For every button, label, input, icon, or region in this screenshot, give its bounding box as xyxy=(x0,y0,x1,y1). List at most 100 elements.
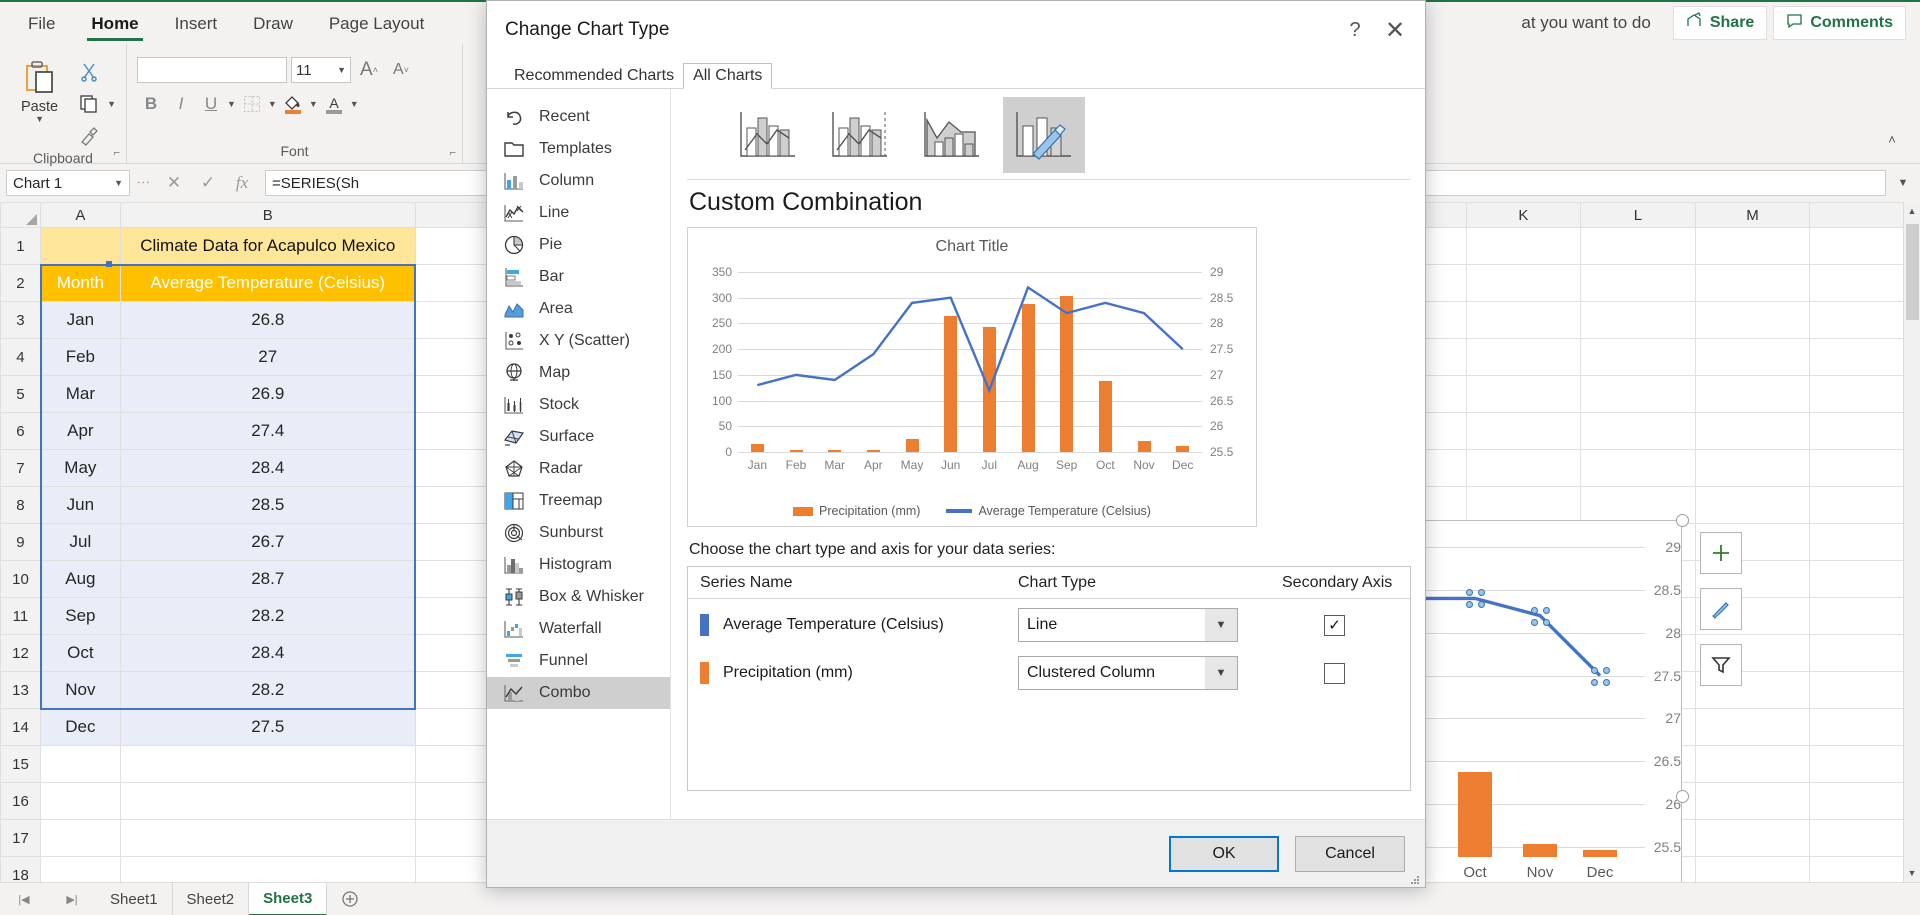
ribbon-tab-insert[interactable]: Insert xyxy=(157,8,236,44)
sidebar-item-histogram[interactable]: Histogram xyxy=(487,549,670,581)
paste-dropdown-caret[interactable]: ▼ xyxy=(35,115,44,124)
row-header-6[interactable]: 6 xyxy=(0,412,41,450)
scroll-down-arrow[interactable]: ▼ xyxy=(1904,864,1920,882)
variant-custom-combination[interactable] xyxy=(1003,97,1085,173)
chevron-down-icon[interactable]: ▼ xyxy=(1205,609,1237,641)
cell-a17[interactable] xyxy=(39,819,121,857)
series-selection-handle[interactable] xyxy=(1603,678,1610,686)
cell-a12[interactable]: Oct xyxy=(39,634,121,672)
name-box-caret[interactable]: ▼ xyxy=(114,178,123,188)
borders-dropdown-caret[interactable]: ▼ xyxy=(268,99,277,109)
copy-dropdown-caret[interactable]: ▼ xyxy=(107,99,116,109)
sheet-tab-sheet3[interactable]: Sheet3 xyxy=(249,882,328,915)
sheet-tab-sheet2[interactable]: Sheet2 xyxy=(173,882,250,915)
decrease-font-size-button[interactable]: A ˅ xyxy=(387,56,415,84)
cell-b4[interactable]: 27 xyxy=(119,338,416,376)
sidebar-item-map[interactable]: Map xyxy=(487,357,670,389)
cell-b7[interactable]: 28.4 xyxy=(119,449,416,487)
row-header-13[interactable]: 13 xyxy=(0,671,41,709)
ribbon-tab-home[interactable]: Home xyxy=(73,8,156,44)
cell-a6[interactable]: Apr xyxy=(39,412,121,450)
cell-b10[interactable]: 28.7 xyxy=(119,560,416,598)
sidebar-item-radar[interactable]: Radar xyxy=(487,453,670,485)
sheet-nav-last-icon[interactable]: ▶| xyxy=(66,893,77,906)
cell-b6[interactable]: 27.4 xyxy=(119,412,416,450)
cell-l2[interactable] xyxy=(1580,264,1696,302)
font-size-input[interactable]: 11 ▼ xyxy=(291,57,351,83)
cell-b8[interactable]: 28.5 xyxy=(119,486,416,524)
question-mark-icon[interactable]: ? xyxy=(1335,10,1375,50)
column-header-m[interactable]: M xyxy=(1694,202,1811,228)
row-header-3[interactable]: 3 xyxy=(0,301,41,339)
sidebar-item-surface[interactable]: Surface xyxy=(487,421,670,453)
secondary-axis-checkbox-precipitation[interactable] xyxy=(1324,662,1345,684)
secondary-axis-checkbox-temperature[interactable]: ✓ xyxy=(1324,614,1345,636)
column-header-b[interactable]: B xyxy=(119,202,416,228)
embedded-chart[interactable]: 2928.52827.52726.52625.5OctNovDecure (Ce… xyxy=(1402,520,1682,882)
cell-a2[interactable]: Month xyxy=(39,264,121,302)
ribbon-tab-page-layout[interactable]: Page Layout xyxy=(311,8,442,44)
cell-m6[interactable] xyxy=(1694,412,1811,450)
borders-button[interactable] xyxy=(238,90,266,118)
copy-button[interactable] xyxy=(75,90,103,118)
cell-k3[interactable] xyxy=(1465,301,1582,339)
sidebar-item-recent[interactable]: Recent xyxy=(487,101,670,133)
sidebar-item-column[interactable]: Column xyxy=(487,165,670,197)
enter-formula-icon[interactable]: ✓ xyxy=(191,170,225,196)
cell-b17[interactable] xyxy=(119,819,416,857)
row-header-8[interactable]: 8 xyxy=(0,486,41,524)
cell-l5[interactable] xyxy=(1580,375,1696,413)
chart-preview[interactable]: Chart Title 0 50 100 150 200 250 300 350 25.5 26 2… xyxy=(687,227,1257,527)
cell-m14[interactable] xyxy=(1694,708,1811,746)
cell-a14[interactable]: Dec xyxy=(39,708,121,746)
row-header-17[interactable]: 17 xyxy=(0,819,41,857)
ok-button[interactable]: OK xyxy=(1169,835,1279,872)
chevron-down-icon[interactable]: ▼ xyxy=(1205,657,1237,689)
row-header-5[interactable]: 5 xyxy=(0,375,41,413)
sidebar-item-box-whisker[interactable]: Box & Whisker xyxy=(487,581,670,613)
sidebar-item-templates[interactable]: Templates xyxy=(487,133,670,165)
cell-b2[interactable]: Average Temperature (Celsius) xyxy=(119,264,416,302)
cell-a18[interactable] xyxy=(39,856,121,882)
cell-b3[interactable]: 26.8 xyxy=(119,301,416,339)
sidebar-item-treemap[interactable]: Treemap xyxy=(487,485,670,517)
column-header-l[interactable]: L xyxy=(1580,202,1696,228)
selection-handle[interactable] xyxy=(106,261,112,267)
sidebar-item-funnel[interactable]: Funnel xyxy=(487,645,670,677)
cell-k6[interactable] xyxy=(1465,412,1582,450)
cell-m15[interactable] xyxy=(1694,745,1811,783)
cell-a8[interactable]: Jun xyxy=(39,486,121,524)
paste-button[interactable]: Paste ▼ xyxy=(10,52,69,150)
cell-b13[interactable]: 28.2 xyxy=(119,671,416,709)
expand-formula-bar-button[interactable]: ▼ xyxy=(1892,177,1914,189)
tab-recommended-charts[interactable]: Recommended Charts xyxy=(505,64,683,88)
series-selection-handle[interactable] xyxy=(1543,606,1550,614)
chart-resize-handle-tr[interactable] xyxy=(1676,514,1689,527)
chart-filters-funnel-icon[interactable] xyxy=(1700,644,1742,686)
ribbon-tab-draw[interactable]: Draw xyxy=(235,8,311,44)
cell-a7[interactable]: May xyxy=(39,449,121,487)
cell-b18[interactable] xyxy=(119,856,416,882)
series-selection-handle[interactable] xyxy=(1603,666,1610,674)
chart-type-select-precipitation[interactable]: Clustered Column ▼ xyxy=(1018,656,1238,690)
sidebar-item-line[interactable]: Line xyxy=(487,197,670,229)
cell-l7[interactable] xyxy=(1580,449,1696,487)
cell-l1[interactable] xyxy=(1580,227,1696,265)
chart-styles-brush-icon[interactable] xyxy=(1700,588,1742,630)
collapse-ribbon-button[interactable]: ˄ xyxy=(1878,125,1906,153)
font-name-input[interactable] xyxy=(137,57,287,83)
scroll-up-arrow[interactable]: ▲ xyxy=(1904,202,1920,220)
cell-k7[interactable] xyxy=(1465,449,1582,487)
series-selection-handle[interactable] xyxy=(1591,678,1598,686)
sidebar-item-sunburst[interactable]: Sunburst xyxy=(487,517,670,549)
underline-dropdown-caret[interactable]: ▼ xyxy=(227,99,236,109)
row-header-7[interactable]: 7 xyxy=(0,449,41,487)
row-header-16[interactable]: 16 xyxy=(0,782,41,820)
sidebar-item-pie[interactable]: Pie xyxy=(487,229,670,261)
name-box[interactable]: Chart 1 ▼ xyxy=(6,170,130,196)
cell-b16[interactable] xyxy=(119,782,416,820)
sheet-nav-first-icon[interactable]: |◀ xyxy=(18,893,29,906)
ribbon-tab-file[interactable]: File xyxy=(10,8,73,44)
sidebar-item-stock[interactable]: Stock xyxy=(487,389,670,421)
cell-l3[interactable] xyxy=(1580,301,1696,339)
